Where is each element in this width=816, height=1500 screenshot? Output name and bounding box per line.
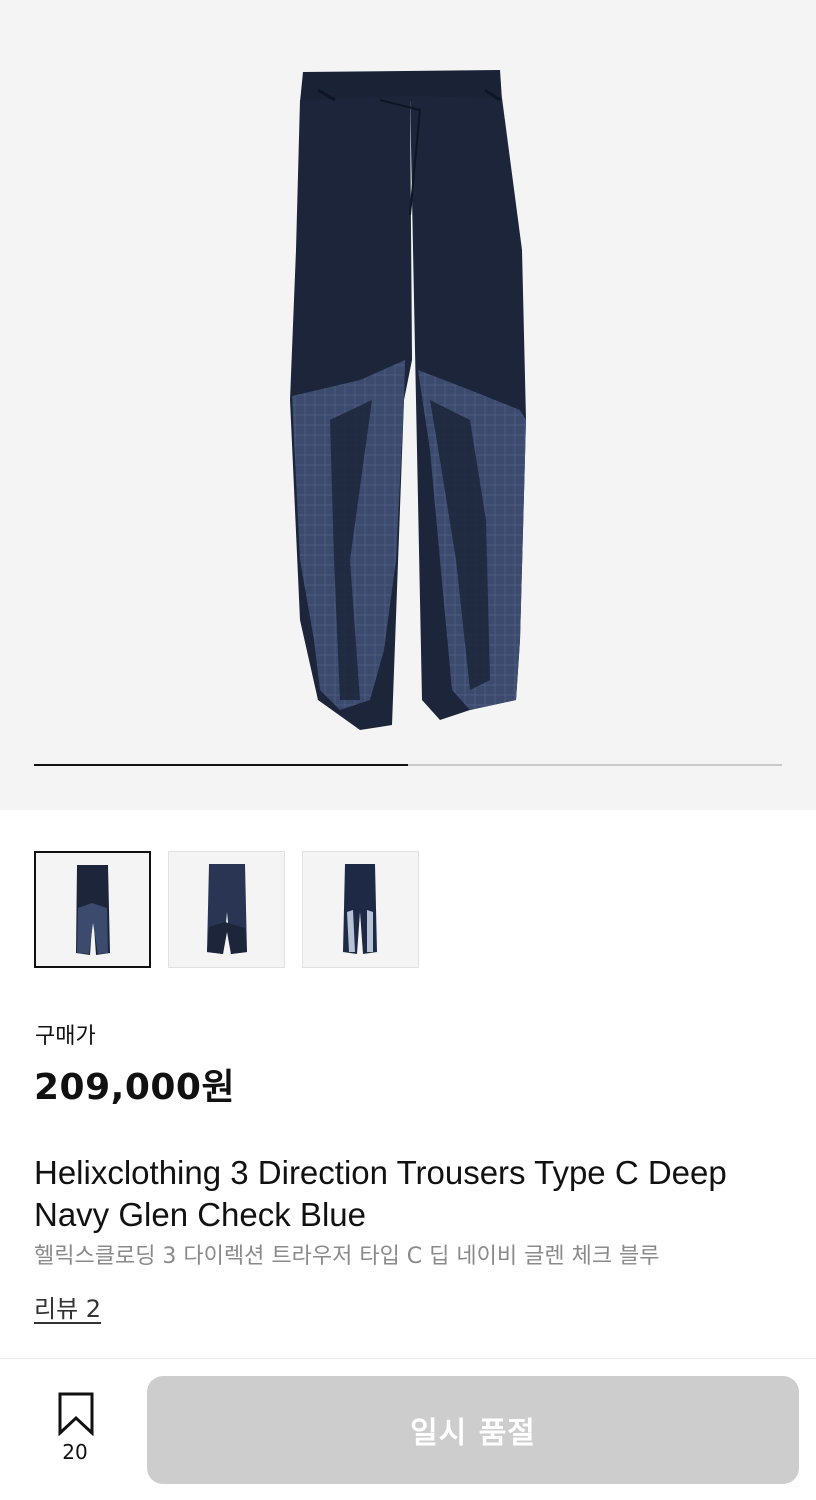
price-label: 구매가 xyxy=(35,1024,96,1049)
thumbnail-strip xyxy=(34,851,419,968)
thumbnail-3[interactable] xyxy=(302,851,419,968)
bookmark-icon xyxy=(58,1392,94,1436)
bottom-bar-divider xyxy=(0,1358,816,1359)
reviews-link[interactable]: 리뷰 2 xyxy=(34,1289,101,1324)
bookmark-count: 20 xyxy=(62,1440,88,1464)
product-image-trousers xyxy=(290,70,526,730)
thumbnail-1[interactable] xyxy=(34,851,151,968)
thumbnail-image-side xyxy=(343,864,377,954)
sold-out-button[interactable]: 일시 품절 xyxy=(147,1376,799,1484)
gallery-progress-fill xyxy=(34,764,408,766)
thumbnail-image-back xyxy=(207,864,247,954)
product-image-gallery[interactable] xyxy=(0,0,816,810)
gallery-progress-indicator xyxy=(34,764,782,766)
product-title: Helixclothing 3 Direction Trousers Type … xyxy=(34,1154,727,1233)
bookmark-button[interactable]: 20 xyxy=(40,1388,110,1468)
thumbnail-image-front xyxy=(76,865,110,955)
thumbnail-2[interactable] xyxy=(168,851,285,968)
price-value: 209,000원 xyxy=(34,1067,236,1108)
product-subtitle: 헬릭스클로딩 3 다이렉션 트라우저 타입 C 딥 네이비 글렌 체크 블루 xyxy=(34,1244,660,1269)
